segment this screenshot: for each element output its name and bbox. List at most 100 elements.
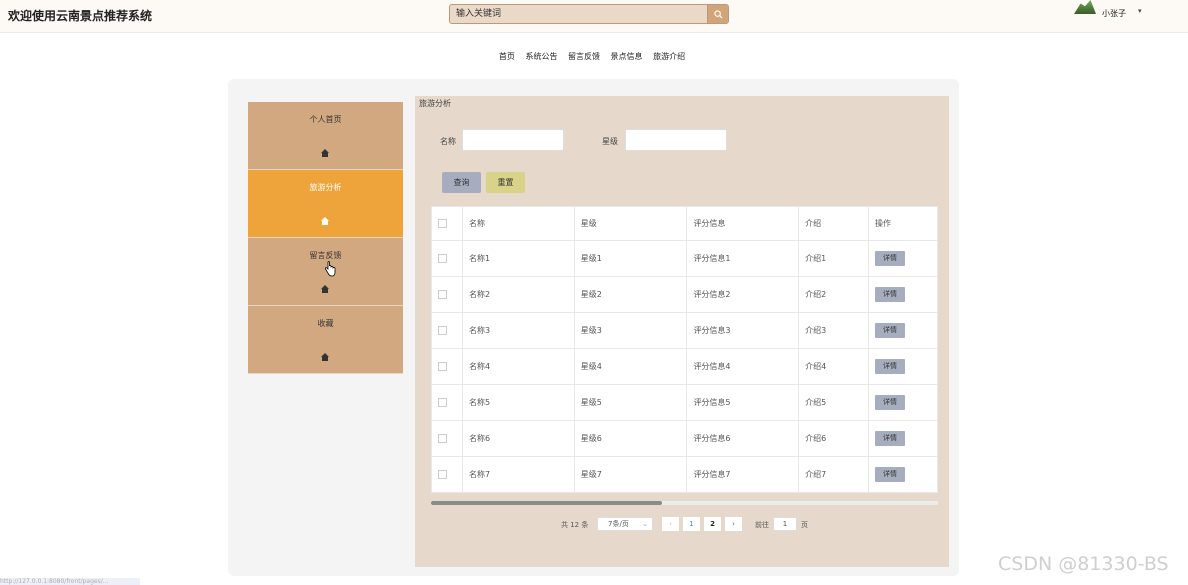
table-cell: 介绍6 xyxy=(798,420,870,457)
row-checkbox[interactable] xyxy=(438,326,447,335)
row-checkbox[interactable] xyxy=(438,290,447,299)
action-cell: 详情 xyxy=(868,348,938,385)
detail-button[interactable]: 详情 xyxy=(875,323,906,338)
home-icon xyxy=(321,353,329,361)
detail-button[interactable]: 详情 xyxy=(875,359,906,374)
table-row: 名称1 星级1 评分信息1 介绍1 详情 xyxy=(431,240,938,277)
search-button[interactable] xyxy=(707,5,728,23)
table-cell: 名称1 xyxy=(461,240,575,277)
sidebar: 个人首页 旅游分析 留言反馈 收藏 xyxy=(248,102,403,374)
row-checkbox-cell xyxy=(431,420,463,457)
row-checkbox-cell xyxy=(431,240,463,277)
table-cell: 名称3 xyxy=(461,312,575,349)
detail-button[interactable]: 详情 xyxy=(875,251,906,266)
table-cell: 名称7 xyxy=(461,456,575,493)
goto-page-input[interactable]: 1 xyxy=(773,517,797,531)
table-row: 名称3 星级3 评分信息3 介绍3 详情 xyxy=(431,312,938,349)
nav-item-attractions[interactable]: 景点信息 xyxy=(611,51,643,62)
table-cell: 名称6 xyxy=(461,420,575,457)
row-checkbox[interactable] xyxy=(438,254,447,263)
sidebar-item-favorites[interactable]: 收藏 xyxy=(248,306,403,374)
search-input[interactable] xyxy=(450,5,708,23)
row-checkbox[interactable] xyxy=(438,470,447,479)
scrollbar-thumb[interactable] xyxy=(431,501,662,505)
page-number[interactable]: 1 xyxy=(683,517,700,531)
select-all-checkbox[interactable] xyxy=(438,219,447,228)
action-cell: 详情 xyxy=(868,420,938,457)
header-cell xyxy=(431,206,463,241)
sidebar-item-profile[interactable]: 个人首页 xyxy=(248,102,403,170)
header-cell: 评分信息 xyxy=(686,206,800,241)
action-cell: 详情 xyxy=(868,456,938,493)
page-number[interactable]: 2 xyxy=(704,517,721,531)
table-row: 名称6 星级6 评分信息6 介绍6 详情 xyxy=(431,420,938,457)
detail-button[interactable]: 详情 xyxy=(875,467,906,482)
detail-button[interactable]: 详情 xyxy=(875,431,906,446)
table-cell: 评分信息6 xyxy=(686,420,800,457)
username[interactable]: 小张子 xyxy=(1102,8,1126,19)
prev-page-button[interactable]: ‹ xyxy=(662,517,679,531)
table-cell: 评分信息4 xyxy=(686,348,800,385)
row-checkbox[interactable] xyxy=(438,434,447,443)
home-icon xyxy=(321,285,329,293)
table-cell: 星级3 xyxy=(573,312,688,349)
goto-label: 前往 xyxy=(755,521,769,529)
sidebar-item-label: 旅游分析 xyxy=(309,183,342,192)
avatar[interactable] xyxy=(1074,0,1096,14)
table-cell: 介绍4 xyxy=(798,348,870,385)
sidebar-item-label: 个人首页 xyxy=(309,115,342,124)
table-cell: 星级1 xyxy=(573,240,688,277)
horizontal-scrollbar[interactable] xyxy=(431,501,938,505)
reset-button[interactable]: 重置 xyxy=(486,172,525,193)
nav-item-home[interactable]: 首页 xyxy=(499,51,515,62)
header-cell: 星级 xyxy=(573,206,688,241)
search-icon xyxy=(713,9,722,18)
table-cell: 星级7 xyxy=(573,456,688,493)
home-icon xyxy=(321,217,329,225)
action-cell: 详情 xyxy=(868,276,938,313)
level-filter-input[interactable] xyxy=(625,129,727,151)
total-count: 共 12 条 xyxy=(561,521,589,529)
table-cell: 评分信息2 xyxy=(686,276,800,313)
next-page-button[interactable]: › xyxy=(725,517,742,531)
level-filter-label: 星级 xyxy=(602,137,618,146)
table-cell: 星级2 xyxy=(573,276,688,313)
pagination: 共 12 条 7条/页 ⌄ ‹ 1 2 › 前往 1 页 xyxy=(415,517,949,531)
row-checkbox[interactable] xyxy=(438,398,447,407)
sidebar-item-travel-analysis[interactable]: 旅游分析 xyxy=(248,170,403,238)
table-cell: 评分信息1 xyxy=(686,240,800,277)
header-cell: 介绍 xyxy=(798,206,870,241)
page-size-select[interactable]: 7条/页 ⌄ xyxy=(597,517,653,531)
watermark: CSDN @81330-BS xyxy=(998,553,1169,575)
site-title: 欢迎使用云南景点推荐系统 xyxy=(8,9,153,23)
table-cell: 评分信息7 xyxy=(686,456,800,493)
table-cell: 评分信息5 xyxy=(686,384,800,421)
table-cell: 名称4 xyxy=(461,348,575,385)
chevron-down-icon[interactable]: ▾ xyxy=(1138,7,1142,15)
table-row: 名称7 星级7 评分信息7 介绍7 详情 xyxy=(431,456,938,493)
header-cell: 名称 xyxy=(461,206,575,241)
row-checkbox[interactable] xyxy=(438,362,447,371)
table-cell: 介绍7 xyxy=(798,456,870,493)
table-cell: 名称2 xyxy=(461,276,575,313)
action-cell: 详情 xyxy=(868,384,938,421)
main-panel: 旅游分析 名称 星级 查询 重置 名称 星级 评分信息 介绍 操作 名称1 星级1… xyxy=(415,96,949,567)
row-checkbox-cell xyxy=(431,348,463,385)
table-cell: 介绍3 xyxy=(798,312,870,349)
nav-item-announcements[interactable]: 系统公告 xyxy=(525,51,557,62)
nav-item-travel-intro[interactable]: 旅游介绍 xyxy=(653,51,685,62)
page-size-value: 7条/页 xyxy=(608,520,629,528)
goto-suffix: 页 xyxy=(801,521,808,529)
table-cell: 介绍1 xyxy=(798,240,870,277)
detail-button[interactable]: 详情 xyxy=(875,287,906,302)
sidebar-item-label: 留言反馈 xyxy=(309,251,342,260)
table-cell: 介绍2 xyxy=(798,276,870,313)
name-filter-label: 名称 xyxy=(440,137,456,146)
table-cell: 星级4 xyxy=(573,348,688,385)
detail-button[interactable]: 详情 xyxy=(875,395,906,410)
status-url: http://127.0.0.1:8080/front/pages/... xyxy=(0,578,140,585)
nav-item-feedback[interactable]: 留言反馈 xyxy=(568,51,600,62)
query-button[interactable]: 查询 xyxy=(442,172,481,193)
name-filter-input[interactable] xyxy=(462,129,564,151)
table-row: 名称5 星级5 评分信息5 介绍5 详情 xyxy=(431,384,938,421)
